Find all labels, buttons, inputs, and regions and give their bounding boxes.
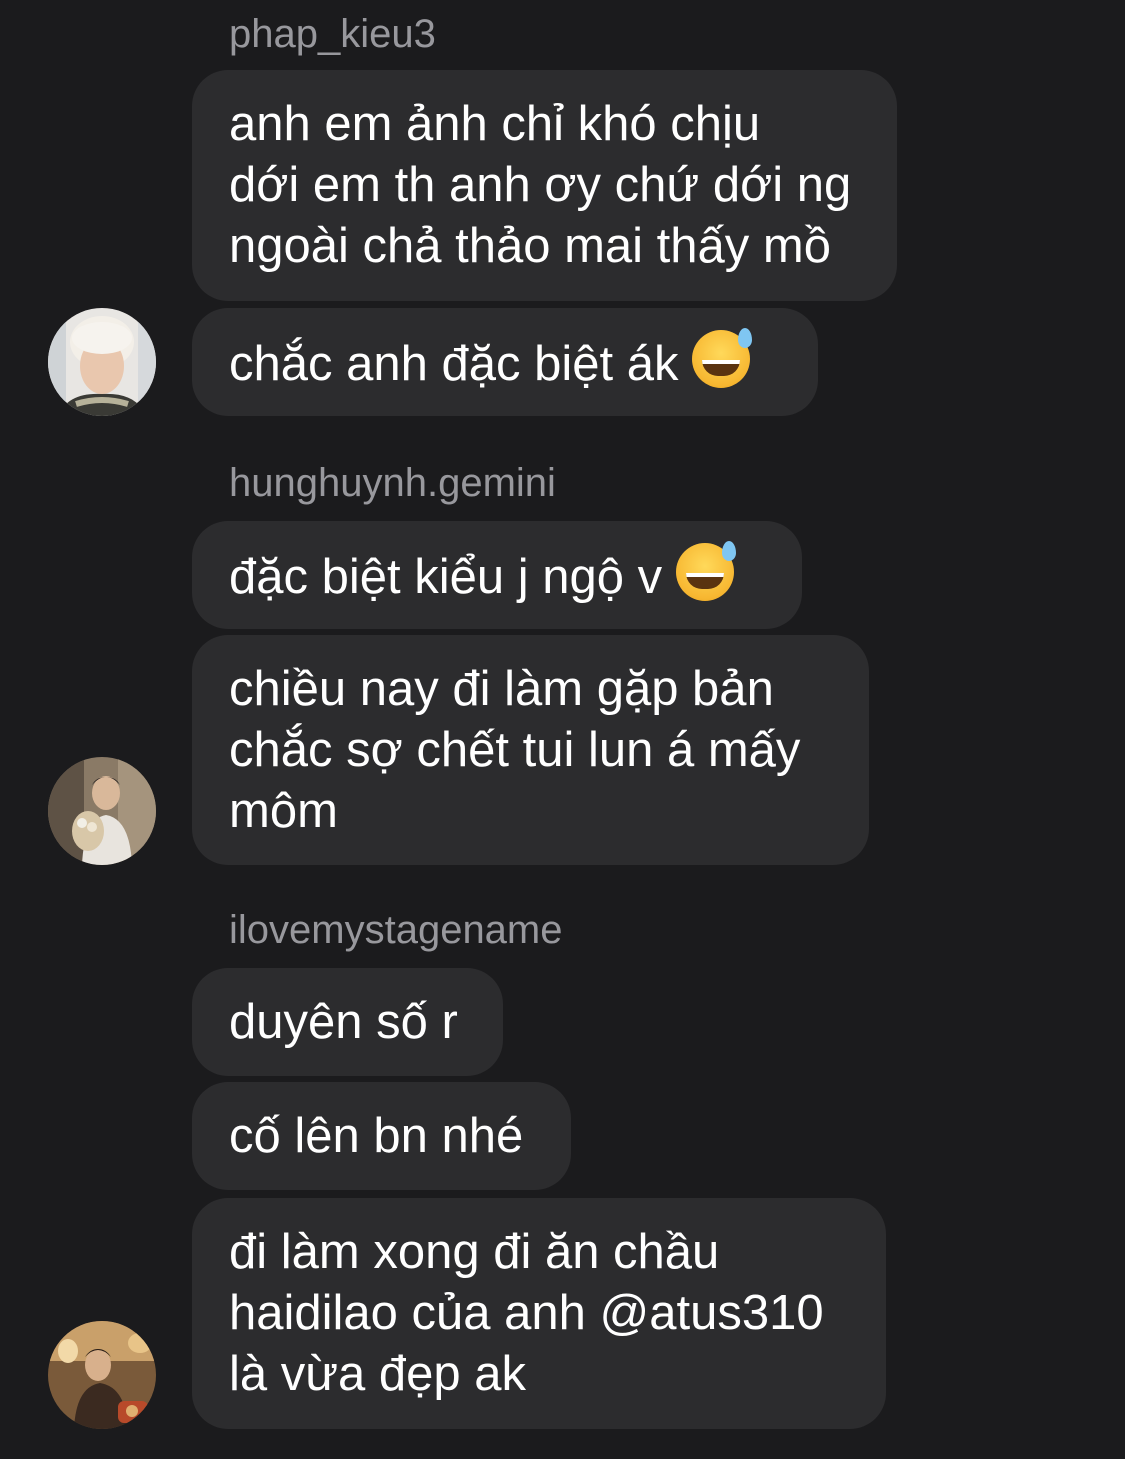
message-line: dới em th anh ơy chứ dới ng bbox=[229, 158, 852, 212]
sender-name: ilovemystagename bbox=[229, 908, 563, 952]
message-bubble[interactable]: duyên số r bbox=[192, 968, 503, 1076]
sender-name: hunghuynh.gemini bbox=[229, 461, 556, 505]
message-line: chắc anh đặc biệt ák bbox=[229, 336, 679, 391]
message-line: môm bbox=[229, 783, 338, 838]
message-line: chắc sợ chết tui lun á mấy bbox=[229, 722, 801, 777]
message-line: đi làm xong đi ăn chầu bbox=[229, 1225, 720, 1279]
message-bubble[interactable]: đặc biệt kiểu j ngộ v bbox=[192, 521, 802, 629]
message-bubble[interactable]: anh em ảnh chỉ khó chịu dới em th anh ơy… bbox=[192, 70, 897, 301]
message-line: cố lên bn nhé bbox=[229, 1108, 524, 1163]
message-line: anh em ảnh chỉ khó chịu bbox=[229, 97, 761, 151]
message-line: là vừa đẹp ak bbox=[229, 1347, 527, 1401]
message-line: chiều nay đi làm gặp bản bbox=[229, 661, 774, 716]
message-line: ngoài chả thảo mai thấy mồ bbox=[229, 219, 831, 273]
grinning-face-with-sweat-icon bbox=[692, 327, 753, 388]
message-line: đặc biệt kiểu j ngộ v bbox=[229, 549, 663, 604]
message-bubble[interactable]: cố lên bn nhé bbox=[192, 1082, 571, 1190]
message-bubble[interactable]: chiều nay đi làm gặp bản chắc sợ chết tu… bbox=[192, 635, 869, 865]
message-line: haidilao của anh @atus310 bbox=[229, 1286, 824, 1340]
chat-screen: { "thread": { "groups": [ { "sender": "p… bbox=[0, 0, 1125, 1459]
sender-name: phap_kieu3 bbox=[229, 12, 436, 56]
message-line: duyên số r bbox=[229, 994, 458, 1049]
message-bubble[interactable]: đi làm xong đi ăn chầu haidilao của anh … bbox=[192, 1198, 886, 1429]
grinning-face-with-sweat-icon bbox=[676, 540, 737, 601]
message-bubble[interactable]: chắc anh đặc biệt ák bbox=[192, 308, 818, 416]
user-avatar-icon[interactable] bbox=[48, 757, 156, 865]
user-avatar-icon[interactable] bbox=[48, 308, 156, 416]
user-avatar-icon[interactable] bbox=[48, 1321, 156, 1429]
